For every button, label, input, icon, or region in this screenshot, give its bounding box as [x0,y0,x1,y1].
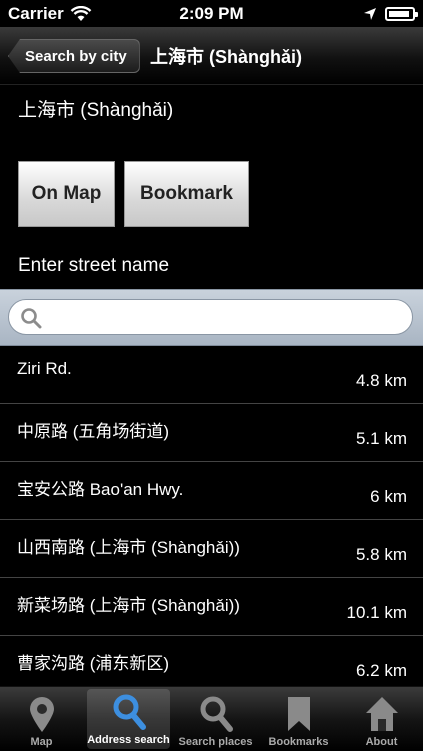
battery-icon [385,6,418,21]
street-distance: 6.2 km [355,661,407,680]
magnifier-icon [113,694,146,730]
tab-about[interactable]: About [340,687,423,751]
on-map-button[interactable]: On Map [18,161,115,227]
tab-label: About [365,736,398,748]
magnifier-icon [200,696,233,732]
bookmark-button[interactable]: Bookmark [124,161,249,227]
street-name: 宝安公路 Bao'an Hwy. [17,480,184,499]
street-distance: 5.8 km [355,545,407,564]
tab-label: Search places [178,736,253,748]
back-button[interactable]: Search by city [8,39,140,73]
search-bar [0,289,423,346]
carrier-label: Carrier [8,3,64,23]
list-item[interactable]: 曹家沟路 (浦东新区) 6.2 km [0,636,423,686]
nav-title: 上海市 (Shànghǎi) [150,46,302,67]
tab-bar: Map Address search Search places Bookmar… [0,686,423,751]
map-pin-icon [29,697,54,732]
wifi-icon [70,5,92,21]
street-distance: 10.1 km [346,603,407,622]
tab-address-search[interactable]: Address search [87,689,170,749]
tab-search-places[interactable]: Search places [174,687,257,751]
list-item[interactable]: 山西南路 (上海市 (Shànghǎi)) 5.8 km [0,520,423,578]
status-right [363,6,418,21]
street-search-input[interactable] [8,299,413,335]
list-item[interactable]: 新菜场路 (上海市 (Shànghǎi)) 10.1 km [0,578,423,636]
street-distance: 5.1 km [355,429,407,448]
street-name-label: Enter street name [18,255,170,276]
status-bar: Carrier 2:09 PM [0,0,423,27]
street-name: 中原路 (五角场街道) [17,422,170,441]
street-name: 山西南路 (上海市 (Shànghǎi)) [17,538,240,557]
location-arrow-icon [364,7,376,20]
tab-label: Address search [87,734,170,746]
tab-label: Bookmarks [268,736,329,748]
street-distance: 4.8 km [355,371,407,390]
results-list: Ziri Rd. 4.8 km 中原路 (五角场街道) 5.1 km 宝安公路 … [0,346,423,686]
street-distance: 6 km [370,487,407,506]
tab-map[interactable]: Map [0,687,83,751]
tab-label: Map [30,736,53,748]
street-name: 曹家沟路 (浦东新区) [17,654,170,673]
tab-bookmarks[interactable]: Bookmarks [257,687,340,751]
city-heading: 上海市 (Shànghǎi) [18,100,174,121]
list-item[interactable]: 中原路 (五角场街道) 5.1 km [0,404,423,462]
nav-bar: Search by city 上海市 (Shànghǎi) [0,27,423,85]
home-icon [365,697,398,731]
bookmark-icon [287,697,310,731]
list-item[interactable]: 宝安公路 Bao'an Hwy. 6 km [0,462,423,520]
status-left: Carrier [8,4,92,24]
street-name: 新菜场路 (上海市 (Shànghǎi)) [17,596,240,615]
list-item[interactable]: Ziri Rd. 4.8 km [0,346,423,404]
street-name: Ziri Rd. [17,359,72,378]
